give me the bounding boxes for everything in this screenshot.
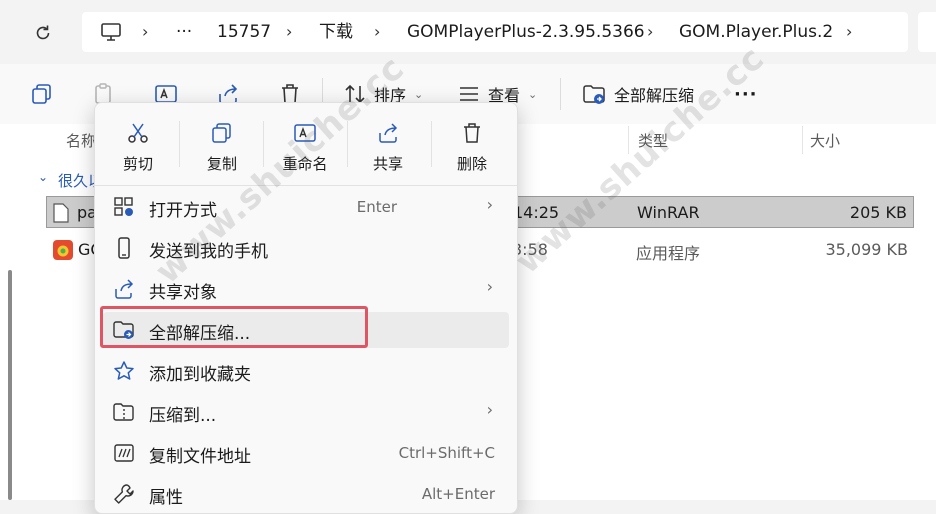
share-icon	[113, 278, 135, 300]
share-button[interactable]: 共享	[349, 115, 427, 179]
chevron-right-icon: ›	[374, 22, 381, 41]
chevron-right-icon: ›	[486, 195, 493, 214]
file-type: 应用程序	[636, 244, 701, 263]
scissors-icon	[126, 121, 150, 149]
file-icon	[53, 203, 69, 227]
copy-path-icon	[113, 442, 135, 464]
menu-divider	[179, 121, 180, 167]
menu-item-label: 添加到收藏夹	[149, 365, 251, 385]
menu-item-label: 复制文件地址	[149, 447, 251, 467]
breadcrumb-item[interactable]: 15757	[217, 12, 271, 52]
phone-icon	[113, 237, 135, 259]
menu-item-label: 属性	[149, 488, 183, 508]
file-type: WinRAR	[637, 203, 700, 222]
menu-item-properties[interactable]: 属性 Alt+Enter	[103, 476, 509, 512]
share-label: 共享	[372, 155, 403, 173]
star-icon	[113, 360, 135, 382]
chevron-right-icon: ›	[286, 22, 293, 41]
column-divider	[802, 126, 803, 154]
copy-icon	[32, 84, 51, 104]
breadcrumb-item[interactable]: GOM.Player.Plus.2	[679, 12, 833, 52]
chevron-down-icon: ⌄	[528, 87, 538, 101]
open-with-icon	[113, 196, 135, 218]
column-header-size[interactable]: 大小	[810, 130, 840, 151]
menu-item-label: 压缩到...	[149, 406, 217, 426]
copy-icon	[210, 121, 234, 149]
extract-folder-icon	[583, 85, 605, 104]
address-field[interactable]: › ··· 15757 › 下载 › GOMPlayerPlus-2.3.95.…	[82, 12, 908, 52]
menu-item-shortcut: Alt+Enter	[421, 485, 495, 503]
menu-item-add-to-favorites[interactable]: 添加到收藏夹	[103, 353, 509, 389]
menu-item-copy-path[interactable]: 复制文件地址 Ctrl+Shift+C	[103, 435, 509, 471]
chevron-right-icon: ›	[846, 22, 853, 41]
chevron-right-icon: ›	[142, 22, 149, 41]
refresh-icon	[36, 25, 50, 40]
share-icon	[376, 121, 400, 149]
computer-icon	[100, 22, 122, 46]
column-header-name[interactable]: 名称	[66, 130, 96, 151]
menu-item-open-with[interactable]: 打开方式 Enter ›	[103, 189, 509, 225]
chevron-right-icon: ›	[486, 400, 493, 419]
address-bar-area: › ··· 15757 › 下载 › GOMPlayerPlus-2.3.95.…	[0, 0, 936, 64]
breadcrumb-ellipsis[interactable]: ···	[176, 12, 192, 52]
chevron-down-icon[interactable]: ⌄	[38, 170, 48, 184]
menu-divider	[95, 185, 517, 186]
annotation-highlight-box	[100, 306, 368, 348]
delete-button[interactable]: 删除	[433, 115, 511, 179]
chevron-right-icon: ›	[647, 22, 654, 41]
menu-item-shortcut: Ctrl+Shift+C	[398, 444, 495, 462]
file-size: 205 KB	[849, 203, 907, 222]
toolbar-divider	[560, 78, 561, 110]
refresh-button[interactable]	[28, 18, 58, 48]
search-box[interactable]	[918, 12, 936, 52]
menu-item-compress-to[interactable]: 压缩到... ›	[103, 394, 509, 430]
menu-divider	[431, 121, 432, 167]
cut-label: 剪切	[122, 155, 153, 173]
gom-app-icon	[52, 239, 74, 265]
scrollbar-thumb[interactable]	[8, 270, 12, 500]
compress-icon	[113, 401, 135, 423]
trash-icon	[460, 121, 484, 149]
chevron-right-icon: ›	[486, 277, 493, 296]
chevron-down-icon: ⌄	[414, 87, 424, 101]
file-size: 35,099 KB	[825, 240, 908, 259]
cut-button[interactable]: 剪切	[99, 115, 177, 179]
breadcrumb-item[interactable]: GOMPlayerPlus-2.3.95.5366	[407, 12, 645, 52]
new-button[interactable]	[30, 78, 54, 110]
breadcrumb-item[interactable]: 下载	[319, 12, 353, 52]
wrench-icon	[113, 483, 135, 505]
menu-item-shortcut: Enter	[356, 198, 397, 216]
delete-label: 删除	[456, 155, 487, 173]
